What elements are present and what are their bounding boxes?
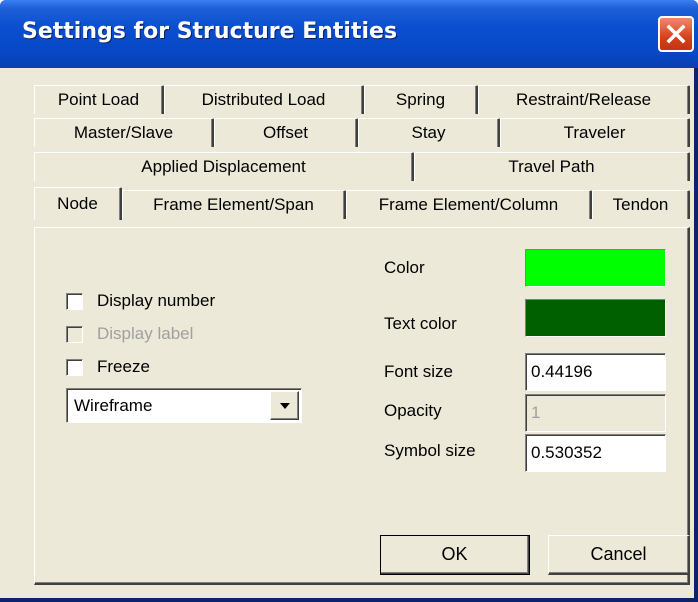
font-size-label: Font size — [384, 362, 453, 381]
text-color-label: Text color — [384, 314, 457, 333]
color-swatch[interactable] — [525, 249, 666, 287]
freeze-label: Freeze — [97, 357, 150, 376]
node-tab-panel: Display number Display label Freeze Wire… — [34, 227, 690, 585]
tab-traveler[interactable]: Traveler — [500, 118, 690, 147]
checkbox-box[interactable] — [66, 358, 83, 376]
font-size-input[interactable]: 0.44196 — [525, 353, 666, 391]
color-label: Color — [384, 258, 425, 277]
tab-spring[interactable]: Spring — [364, 85, 478, 114]
tab-restraint-release[interactable]: Restraint/Release — [478, 85, 690, 114]
tab-distributed-load[interactable]: Distributed Load — [164, 85, 364, 114]
render-mode-select[interactable]: Wireframe — [66, 388, 302, 423]
window-title: Settings for Structure Entities — [22, 19, 398, 44]
render-mode-value: Wireframe — [74, 395, 153, 415]
tab-stay[interactable]: Stay — [358, 118, 500, 147]
close-icon — [666, 24, 686, 44]
text-color-swatch[interactable] — [525, 299, 666, 337]
settings-dialog: Settings for Structure Entities Point Lo… — [0, 0, 698, 602]
tab-node[interactable]: Node — [34, 187, 122, 220]
freeze-checkbox[interactable]: Freeze — [66, 357, 150, 377]
display-number-checkbox[interactable]: Display number — [66, 291, 215, 311]
opacity-label: Opacity — [384, 401, 442, 420]
tab-offset[interactable]: Offset — [214, 118, 358, 147]
tab-applied-displacement[interactable]: Applied Displacement — [34, 152, 414, 181]
display-label-checkbox: Display label — [66, 324, 193, 344]
tab-frame-element-column[interactable]: Frame Element/Column — [346, 190, 592, 219]
opacity-input: 1 — [525, 394, 666, 432]
tab-travel-path[interactable]: Travel Path — [414, 152, 690, 181]
title-bar[interactable]: Settings for Structure Entities — [0, 0, 698, 68]
checkbox-box — [66, 325, 83, 343]
dropdown-button[interactable] — [270, 391, 299, 420]
symbol-size-label: Symbol size — [384, 441, 476, 460]
tab-point-load[interactable]: Point Load — [34, 85, 164, 114]
symbol-size-input[interactable]: 0.530352 — [525, 434, 666, 472]
display-label-label: Display label — [97, 324, 194, 343]
tab-master-slave[interactable]: Master/Slave — [34, 118, 214, 147]
chevron-down-icon — [279, 402, 290, 409]
cancel-button[interactable]: Cancel — [548, 535, 690, 575]
ok-button[interactable]: OK — [380, 535, 530, 575]
tab-frame-element-span[interactable]: Frame Element/Span — [122, 190, 346, 219]
checkbox-box[interactable] — [66, 292, 83, 310]
tab-tendon[interactable]: Tendon — [592, 190, 690, 219]
close-button[interactable] — [658, 16, 694, 52]
display-number-label: Display number — [97, 291, 216, 310]
dialog-client: Point Load Distributed Load Spring Restr… — [0, 68, 694, 598]
